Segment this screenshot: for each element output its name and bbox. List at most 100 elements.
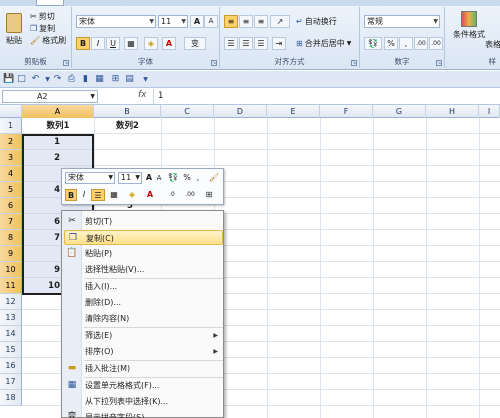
menu-item-filter[interactable]: 筛选(E) ▶ — [64, 328, 223, 343]
mini-center-button[interactable]: ☰ — [91, 189, 105, 201]
row-header[interactable]: 18 — [0, 390, 22, 406]
row-header[interactable]: 17 — [0, 374, 22, 390]
menu-item-sort[interactable]: 排序(O) ▶ — [64, 344, 223, 359]
mini-percent-button[interactable]: % — [182, 172, 192, 184]
row-header[interactable]: 4 — [0, 166, 22, 182]
name-box[interactable]: A2 ▼ — [2, 90, 98, 103]
tab-home[interactable] — [36, 0, 64, 6]
menu-item-show-phonetic[interactable]: 变 显示拼音字段(S) — [64, 410, 223, 418]
row-header[interactable]: 7 — [0, 214, 22, 230]
mini-borders-button[interactable]: ▦ — [108, 189, 120, 201]
redo-icon[interactable]: ↷ — [52, 74, 63, 85]
align-middle-button[interactable]: ≡ — [239, 15, 253, 28]
indent-button[interactable]: ⇥ — [272, 37, 286, 50]
row-header[interactable]: 5 — [0, 182, 22, 198]
row-header[interactable]: 13 — [0, 310, 22, 326]
cell-a5[interactable]: 4 — [22, 182, 60, 198]
row-header[interactable]: 6 — [0, 198, 22, 214]
row-header[interactable]: 3 — [0, 150, 22, 166]
cell-a1[interactable]: 数列1 — [22, 118, 94, 134]
increase-decimal-button[interactable]: .00 — [414, 37, 428, 50]
mini-merge-icon[interactable]: ⊞ — [202, 189, 216, 201]
number-format-select[interactable]: 常规 ▼ — [364, 15, 440, 28]
row-header[interactable]: 16 — [0, 358, 22, 374]
column-header-c[interactable]: C — [161, 105, 214, 118]
format-as-table-button[interactable]: 表格 — [485, 39, 500, 50]
wrap-text-button[interactable]: ↵ 自动换行 — [296, 16, 337, 27]
align-left-button[interactable]: ☰ — [224, 37, 238, 50]
align-bottom-button[interactable]: ≡ — [254, 15, 268, 28]
phonetic-button[interactable]: 变 — [184, 37, 206, 50]
menu-item-paste-special[interactable]: 选择性粘贴(V)... — [64, 262, 223, 277]
table-icon[interactable]: ⊞ — [110, 74, 121, 85]
merge-center-button[interactable]: ⊞ 合并后居中 ▼ — [296, 38, 351, 49]
row-header[interactable]: 9 — [0, 246, 22, 262]
mini-format-painter-icon[interactable]: 🖌 — [208, 172, 220, 184]
column-header-d[interactable]: D — [214, 105, 267, 118]
row-header[interactable]: 10 — [0, 262, 22, 278]
mini-font-select[interactable]: 宋体 ▼ — [65, 172, 115, 184]
conditional-format-button[interactable]: 条件格式 — [453, 11, 485, 40]
fill-color-button[interactable]: ◈ — [144, 37, 158, 50]
underline-button[interactable]: U — [106, 37, 120, 50]
mini-currency-icon[interactable]: 💱 — [166, 172, 180, 184]
comma-button[interactable]: , — [399, 37, 413, 50]
italic-button[interactable]: I — [91, 37, 105, 50]
row-header[interactable]: 12 — [0, 294, 22, 310]
row-header[interactable]: 2 — [0, 134, 22, 150]
mini-shrink-font-button[interactable]: A — [154, 172, 164, 184]
orientation-button[interactable]: ↗ — [270, 15, 290, 28]
copy-button[interactable]: ❐ 复制 — [30, 23, 55, 34]
paste-button[interactable]: 粘贴 — [3, 13, 25, 46]
cell-a3[interactable]: 2 — [22, 150, 60, 166]
gallery-icon[interactable]: ▤ — [124, 74, 135, 85]
font-name-select[interactable]: 宋体 ▼ — [76, 15, 156, 28]
mini-decrease-decimal-button[interactable]: .00 — [182, 189, 198, 201]
insert-function-icon[interactable]: fx — [138, 90, 147, 100]
column-header-i[interactable]: I — [479, 105, 500, 118]
open-icon[interactable]: □ — [16, 74, 27, 85]
font-launcher-icon[interactable]: ↘ — [211, 60, 217, 66]
alignment-launcher-icon[interactable]: ↘ — [351, 60, 357, 66]
menu-item-insert[interactable]: 插入(I)... — [64, 279, 223, 294]
undo-icon[interactable]: ↶ — [30, 74, 41, 85]
cell-a2[interactable]: 1 — [22, 134, 60, 150]
clipboard-launcher-icon[interactable]: ↘ — [63, 60, 69, 66]
select-all-button[interactable] — [0, 105, 22, 118]
cell-a8[interactable]: 7 — [22, 230, 60, 246]
align-right-button[interactable]: ☰ — [254, 37, 268, 50]
formula-input[interactable]: 1 — [153, 89, 498, 104]
cell-a11[interactable]: 10 — [22, 278, 60, 294]
cell-a10[interactable]: 9 — [22, 262, 60, 278]
column-header-g[interactable]: G — [373, 105, 426, 118]
menu-item-cut[interactable]: ✂ 剪切(T) — [64, 214, 223, 229]
menu-item-format-cells[interactable]: ▦ 设置单元格格式(F)... — [64, 378, 223, 393]
cell-a7[interactable]: 6 — [22, 214, 60, 230]
borders-button[interactable]: ▦ — [124, 37, 138, 50]
percent-button[interactable]: % — [384, 37, 398, 50]
save-icon[interactable]: 💾 — [3, 74, 14, 85]
column-header-a[interactable]: A — [22, 105, 94, 118]
align-center-button[interactable]: ☰ — [239, 37, 253, 50]
mini-grow-font-button[interactable]: A — [144, 172, 154, 184]
column-header-e[interactable]: E — [267, 105, 320, 118]
menu-item-clear-contents[interactable]: 清除内容(N) — [64, 311, 223, 326]
mini-fill-color-button[interactable]: ◈ — [124, 189, 140, 201]
chart-icon[interactable]: ▮ — [80, 74, 91, 85]
customize-qat-icon[interactable]: ▼ — [140, 74, 151, 85]
row-header[interactable]: 15 — [0, 342, 22, 358]
align-top-button[interactable]: ≡ — [224, 15, 238, 28]
format-painter-button[interactable]: 🖌 格式刷 — [30, 35, 66, 46]
cell-b1[interactable]: 数列2 — [94, 118, 161, 134]
mini-size-select[interactable]: 11 ▼ — [118, 172, 142, 184]
decrease-decimal-button[interactable]: .00 — [429, 37, 443, 50]
mini-font-color-button[interactable]: A — [144, 189, 156, 201]
currency-button[interactable]: 💱 — [364, 37, 382, 50]
mini-italic-button[interactable]: I — [79, 189, 89, 201]
row-header[interactable]: 1 — [0, 118, 22, 134]
menu-item-pick-from-list[interactable]: 从下拉列表中选择(K)... — [64, 394, 223, 409]
mini-bold-button[interactable]: B — [65, 189, 77, 201]
bold-button[interactable]: B — [76, 37, 90, 50]
column-header-h[interactable]: H — [426, 105, 479, 118]
menu-item-copy[interactable]: ❐ 复制(C) — [64, 230, 223, 245]
